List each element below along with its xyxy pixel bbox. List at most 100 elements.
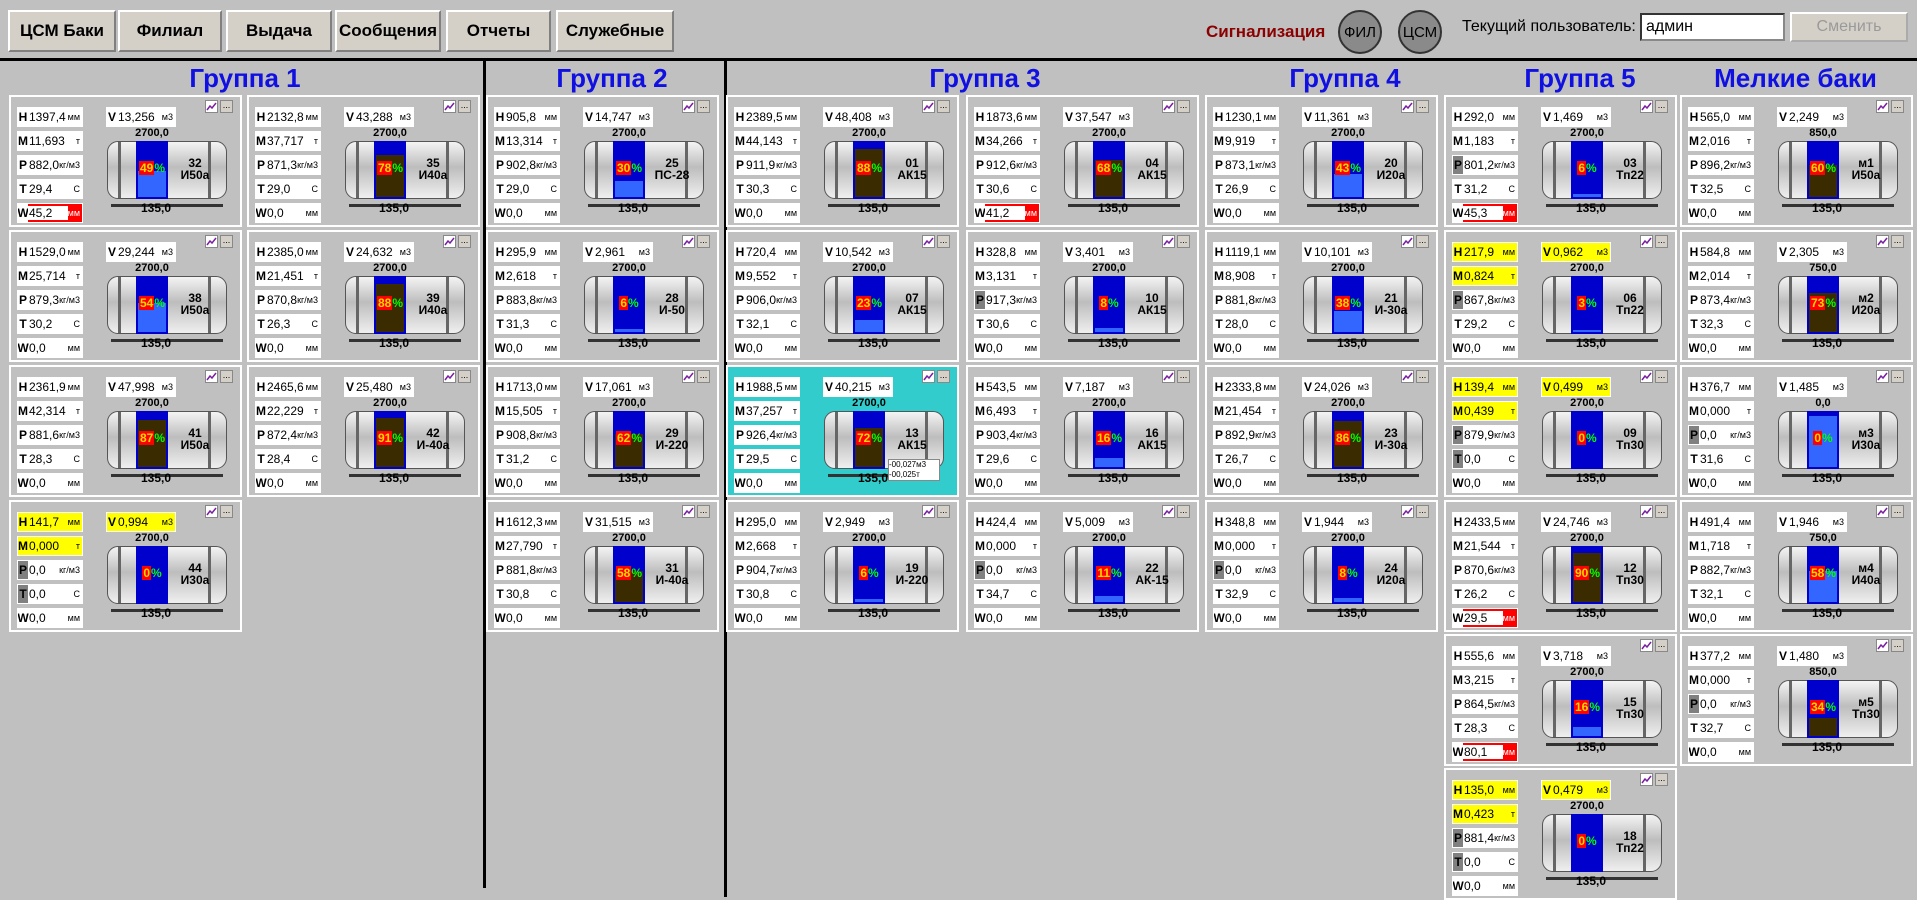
level-field[interactable]: H 1529,0 мм (17, 242, 83, 262)
tank-card[interactable]: H 1873,6 мм M 34,266 т P 912,6 кг/м3 T 30,6 С W 41,2 м… (968, 97, 1197, 225)
water-field[interactable]: W 0,0 мм (1452, 473, 1518, 493)
trend-chart-icon[interactable] (205, 235, 218, 248)
temperature-field[interactable]: T 31,6 С (1688, 449, 1754, 469)
mass-field[interactable]: M 3,131 т (974, 266, 1040, 286)
tank-card[interactable]: H 1529,0 мм M 25,714 т P 879,3 кг/м3 T 30,2 С W 0,0 мм… (11, 232, 240, 360)
density-field[interactable]: P 917,3 кг/м3 (974, 290, 1040, 310)
volume-field[interactable]: V 2,305 м3 (1777, 242, 1847, 262)
mass-field[interactable]: M 0,824 т (1452, 266, 1518, 286)
menu-csm-tanks-button[interactable]: ЦСМ Баки (8, 10, 116, 52)
trend-chart-icon[interactable] (1401, 370, 1414, 383)
temperature-field[interactable]: T 30,6 С (974, 314, 1040, 334)
density-field[interactable]: P 0,0 кг/м3 (1688, 694, 1754, 714)
temperature-field[interactable]: T 0,0 С (1452, 449, 1518, 469)
water-field[interactable]: W 0,0 мм (1688, 473, 1754, 493)
mass-field[interactable]: M 2,014 т (1688, 266, 1754, 286)
water-field[interactable]: W 0,0 мм (1213, 473, 1279, 493)
level-field[interactable]: H 295,0 мм (734, 512, 800, 532)
density-field[interactable]: P 881,4 кг/м3 (1452, 828, 1518, 848)
volume-field[interactable]: V 40,215 м3 (823, 377, 893, 397)
temperature-field[interactable]: T 26,3 С (255, 314, 321, 334)
volume-field[interactable]: V 1,485 м3 (1777, 377, 1847, 397)
volume-field[interactable]: V 5,009 м3 (1063, 512, 1133, 532)
level-field[interactable]: H 376,7 мм (1688, 377, 1754, 397)
level-field[interactable]: H 1988,5 мм (734, 377, 800, 397)
mass-field[interactable]: M 0,439 т (1452, 401, 1518, 421)
tank-card[interactable]: H 377,2 мм M 0,000 т P 0,0 кг/м3 T 32,7 С W 0,0 мм V 1,4… (1682, 636, 1911, 764)
change-user-button[interactable]: Сменить (1790, 12, 1908, 42)
tank-card[interactable]: H 2433,5 мм M 21,544 т P 870,6 кг/м3 T 26,2 С W 29,5 м… (1446, 502, 1675, 630)
temperature-field[interactable]: T 28,4 С (255, 449, 321, 469)
more-options-icon[interactable]: ... (1177, 370, 1190, 383)
water-field[interactable]: W 0,0 мм (17, 608, 83, 628)
volume-field[interactable]: V 24,026 м3 (1302, 377, 1372, 397)
menu-dispense-button[interactable]: Выдача (226, 10, 332, 52)
tank-card[interactable]: H 720,4 мм M 9,552 т P 906,0 кг/м3 T 32,1 С W 0,0 мм V 1… (728, 232, 957, 360)
level-field[interactable]: H 2433,5 мм (1452, 512, 1518, 532)
density-field[interactable]: P 926,4 кг/м3 (734, 425, 800, 445)
tank-card[interactable]: H 1612,3 мм M 27,790 т P 881,8 кг/м3 T 30,8 С W 0,0 мм… (488, 502, 717, 630)
level-field[interactable]: H 2361,9 мм (17, 377, 83, 397)
level-field[interactable]: H 328,8 мм (974, 242, 1040, 262)
more-options-icon[interactable]: ... (220, 370, 233, 383)
density-field[interactable]: P 911,9 кг/м3 (734, 155, 800, 175)
trend-chart-icon[interactable] (1640, 235, 1653, 248)
trend-chart-icon[interactable] (1162, 370, 1175, 383)
density-field[interactable]: P 0,0 кг/м3 (974, 560, 1040, 580)
mass-field[interactable]: M 1,718 т (1688, 536, 1754, 556)
volume-field[interactable]: V 43,288 м3 (344, 107, 414, 127)
trend-chart-icon[interactable] (922, 235, 935, 248)
water-field[interactable]: W 0,0 мм (494, 608, 560, 628)
water-field[interactable]: W 0,0 мм (734, 608, 800, 628)
density-field[interactable]: P 881,8 кг/м3 (494, 560, 560, 580)
level-field[interactable]: H 1713,0 мм (494, 377, 560, 397)
trend-chart-icon[interactable] (443, 100, 456, 113)
mass-field[interactable]: M 2,668 т (734, 536, 800, 556)
density-field[interactable]: P 873,1 кг/м3 (1213, 155, 1279, 175)
tank-card[interactable]: H 141,7 мм M 0,000 т P 0,0 кг/м3 T 0,0 С W 0,0 мм V 0,99… (11, 502, 240, 630)
water-field[interactable]: W 45,3 мм (1452, 203, 1518, 223)
trend-chart-icon[interactable] (1162, 235, 1175, 248)
mass-field[interactable]: M 37,717 т (255, 131, 321, 151)
volume-field[interactable]: V 10,542 м3 (823, 242, 893, 262)
trend-chart-icon[interactable] (682, 505, 695, 518)
more-options-icon[interactable]: ... (1891, 639, 1904, 652)
mass-field[interactable]: M 25,714 т (17, 266, 83, 286)
level-field[interactable]: H 905,8 мм (494, 107, 560, 127)
mass-field[interactable]: M 21,451 т (255, 266, 321, 286)
level-field[interactable]: H 2389,5 мм (734, 107, 800, 127)
volume-field[interactable]: V 10,101 м3 (1302, 242, 1372, 262)
trend-chart-icon[interactable] (205, 370, 218, 383)
mass-field[interactable]: M 44,143 т (734, 131, 800, 151)
trend-chart-icon[interactable] (1640, 773, 1653, 786)
more-options-icon[interactable]: ... (1655, 639, 1668, 652)
volume-field[interactable]: V 0,499 м3 (1541, 377, 1611, 397)
mass-field[interactable]: M 0,423 т (1452, 804, 1518, 824)
water-field[interactable]: W 0,0 мм (494, 338, 560, 358)
density-field[interactable]: P 892,9 кг/м3 (1213, 425, 1279, 445)
density-field[interactable]: P 867,8 кг/м3 (1452, 290, 1518, 310)
density-field[interactable]: P 904,7 кг/м3 (734, 560, 800, 580)
tank-card[interactable]: H 584,8 мм M 2,014 т P 873,4 кг/м3 T 32,3 С W 0,0 мм V 2… (1682, 232, 1911, 360)
temperature-field[interactable]: T 28,3 С (17, 449, 83, 469)
more-options-icon[interactable]: ... (937, 100, 950, 113)
level-field[interactable]: H 1397,4 мм (17, 107, 83, 127)
mass-field[interactable]: M 9,552 т (734, 266, 800, 286)
water-field[interactable]: W 0,0 мм (974, 608, 1040, 628)
temperature-field[interactable]: T 34,7 С (974, 584, 1040, 604)
trend-chart-icon[interactable] (682, 100, 695, 113)
volume-field[interactable]: V 14,747 м3 (583, 107, 653, 127)
mass-field[interactable]: M 0,000 т (1688, 670, 1754, 690)
mass-field[interactable]: M 15,505 т (494, 401, 560, 421)
more-options-icon[interactable]: ... (1177, 100, 1190, 113)
volume-field[interactable]: V 2,949 м3 (823, 512, 893, 532)
water-field[interactable]: W 41,2 мм (974, 203, 1040, 223)
mass-field[interactable]: M 2,016 т (1688, 131, 1754, 151)
volume-field[interactable]: V 17,061 м3 (583, 377, 653, 397)
temperature-field[interactable]: T 32,9 С (1213, 584, 1279, 604)
trend-chart-icon[interactable] (205, 100, 218, 113)
more-options-icon[interactable]: ... (697, 370, 710, 383)
current-user-input[interactable] (1640, 13, 1785, 41)
water-field[interactable]: W 0,0 мм (1688, 742, 1754, 762)
more-options-icon[interactable]: ... (458, 370, 471, 383)
